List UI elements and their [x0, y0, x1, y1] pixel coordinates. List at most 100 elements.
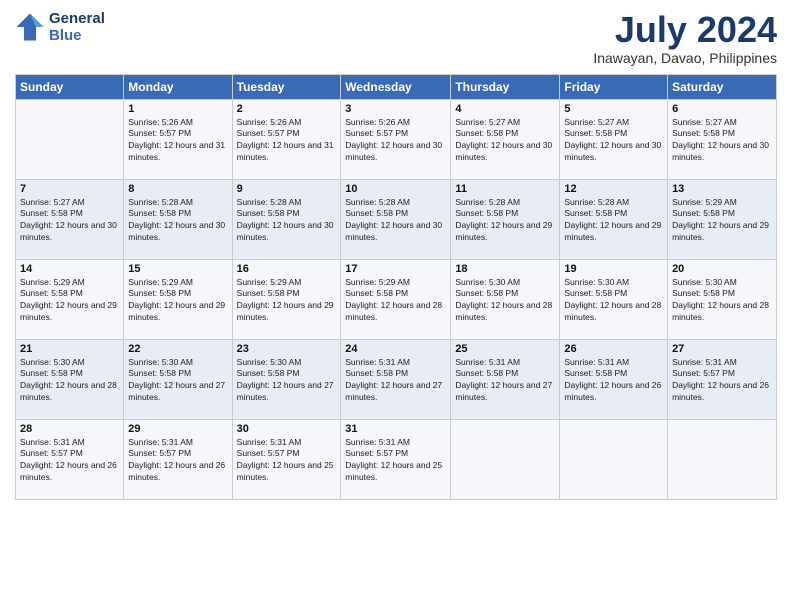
day-number: 14: [20, 263, 119, 275]
day-number: 24: [345, 343, 446, 355]
day-number: 5: [564, 103, 663, 115]
table-row: 14 Sunrise: 5:29 AMSunset: 5:58 PMDaylig…: [16, 259, 124, 339]
day-number: 22: [128, 343, 227, 355]
table-row: 23 Sunrise: 5:30 AMSunset: 5:58 PMDaylig…: [232, 339, 341, 419]
table-row: 25 Sunrise: 5:31 AMSunset: 5:58 PMDaylig…: [451, 339, 560, 419]
table-row: 28 Sunrise: 5:31 AMSunset: 5:57 PMDaylig…: [16, 419, 124, 499]
day-number: 6: [672, 103, 772, 115]
day-info: Sunrise: 5:28 AMSunset: 5:58 PMDaylight:…: [128, 197, 227, 245]
day-number: 25: [455, 343, 555, 355]
header-monday: Monday: [124, 74, 232, 99]
logo-text: General Blue: [49, 10, 105, 44]
day-info: Sunrise: 5:31 AMSunset: 5:57 PMDaylight:…: [237, 437, 337, 485]
table-row: 26 Sunrise: 5:31 AMSunset: 5:58 PMDaylig…: [560, 339, 668, 419]
table-row: 17 Sunrise: 5:29 AMSunset: 5:58 PMDaylig…: [341, 259, 451, 339]
table-row: 22 Sunrise: 5:30 AMSunset: 5:58 PMDaylig…: [124, 339, 232, 419]
table-row: 1 Sunrise: 5:26 AMSunset: 5:57 PMDayligh…: [124, 99, 232, 179]
title-area: July 2024 Inawayan, Davao, Philippines: [593, 10, 777, 66]
day-number: 12: [564, 183, 663, 195]
day-info: Sunrise: 5:29 AMSunset: 5:58 PMDaylight:…: [672, 197, 772, 245]
day-number: 19: [564, 263, 663, 275]
day-number: 4: [455, 103, 555, 115]
day-info: Sunrise: 5:31 AMSunset: 5:57 PMDaylight:…: [672, 357, 772, 405]
table-row: 5 Sunrise: 5:27 AMSunset: 5:58 PMDayligh…: [560, 99, 668, 179]
calendar-week-1: 1 Sunrise: 5:26 AMSunset: 5:57 PMDayligh…: [16, 99, 777, 179]
table-row: 11 Sunrise: 5:28 AMSunset: 5:58 PMDaylig…: [451, 179, 560, 259]
day-number: 9: [237, 183, 337, 195]
page: General Blue July 2024 Inawayan, Davao, …: [0, 0, 792, 612]
header-friday: Friday: [560, 74, 668, 99]
day-number: 21: [20, 343, 119, 355]
day-info: Sunrise: 5:31 AMSunset: 5:57 PMDaylight:…: [20, 437, 119, 485]
header-saturday: Saturday: [668, 74, 777, 99]
day-number: 2: [237, 103, 337, 115]
day-number: 27: [672, 343, 772, 355]
day-info: Sunrise: 5:28 AMSunset: 5:58 PMDaylight:…: [564, 197, 663, 245]
day-number: 3: [345, 103, 446, 115]
calendar-table: Sunday Monday Tuesday Wednesday Thursday…: [15, 74, 777, 500]
day-number: 29: [128, 423, 227, 435]
table-row: 3 Sunrise: 5:26 AMSunset: 5:57 PMDayligh…: [341, 99, 451, 179]
day-info: Sunrise: 5:31 AMSunset: 5:57 PMDaylight:…: [128, 437, 227, 485]
table-row: 2 Sunrise: 5:26 AMSunset: 5:57 PMDayligh…: [232, 99, 341, 179]
day-number: 31: [345, 423, 446, 435]
day-number: 7: [20, 183, 119, 195]
day-info: Sunrise: 5:29 AMSunset: 5:58 PMDaylight:…: [345, 277, 446, 325]
table-row: 21 Sunrise: 5:30 AMSunset: 5:58 PMDaylig…: [16, 339, 124, 419]
day-info: Sunrise: 5:27 AMSunset: 5:58 PMDaylight:…: [20, 197, 119, 245]
table-row: 6 Sunrise: 5:27 AMSunset: 5:58 PMDayligh…: [668, 99, 777, 179]
day-number: 20: [672, 263, 772, 275]
table-row: 27 Sunrise: 5:31 AMSunset: 5:57 PMDaylig…: [668, 339, 777, 419]
day-number: 30: [237, 423, 337, 435]
calendar-week-2: 7 Sunrise: 5:27 AMSunset: 5:58 PMDayligh…: [16, 179, 777, 259]
day-info: Sunrise: 5:30 AMSunset: 5:58 PMDaylight:…: [20, 357, 119, 405]
table-row: 19 Sunrise: 5:30 AMSunset: 5:58 PMDaylig…: [560, 259, 668, 339]
day-info: Sunrise: 5:27 AMSunset: 5:58 PMDaylight:…: [455, 117, 555, 165]
table-row: 29 Sunrise: 5:31 AMSunset: 5:57 PMDaylig…: [124, 419, 232, 499]
day-info: Sunrise: 5:30 AMSunset: 5:58 PMDaylight:…: [672, 277, 772, 325]
calendar-week-4: 21 Sunrise: 5:30 AMSunset: 5:58 PMDaylig…: [16, 339, 777, 419]
table-row: 18 Sunrise: 5:30 AMSunset: 5:58 PMDaylig…: [451, 259, 560, 339]
day-info: Sunrise: 5:29 AMSunset: 5:58 PMDaylight:…: [237, 277, 337, 325]
day-number: 26: [564, 343, 663, 355]
table-row: [560, 419, 668, 499]
header-wednesday: Wednesday: [341, 74, 451, 99]
table-row: [451, 419, 560, 499]
day-number: 15: [128, 263, 227, 275]
table-row: 12 Sunrise: 5:28 AMSunset: 5:58 PMDaylig…: [560, 179, 668, 259]
day-info: Sunrise: 5:30 AMSunset: 5:58 PMDaylight:…: [564, 277, 663, 325]
calendar-week-3: 14 Sunrise: 5:29 AMSunset: 5:58 PMDaylig…: [16, 259, 777, 339]
table-row: [16, 99, 124, 179]
location: Inawayan, Davao, Philippines: [593, 50, 777, 66]
day-info: Sunrise: 5:31 AMSunset: 5:57 PMDaylight:…: [345, 437, 446, 485]
logo: General Blue: [15, 10, 105, 44]
day-info: Sunrise: 5:31 AMSunset: 5:58 PMDaylight:…: [345, 357, 446, 405]
table-row: 31 Sunrise: 5:31 AMSunset: 5:57 PMDaylig…: [341, 419, 451, 499]
day-info: Sunrise: 5:31 AMSunset: 5:58 PMDaylight:…: [455, 357, 555, 405]
table-row: 20 Sunrise: 5:30 AMSunset: 5:58 PMDaylig…: [668, 259, 777, 339]
day-number: 10: [345, 183, 446, 195]
table-row: 24 Sunrise: 5:31 AMSunset: 5:58 PMDaylig…: [341, 339, 451, 419]
day-info: Sunrise: 5:28 AMSunset: 5:58 PMDaylight:…: [345, 197, 446, 245]
day-info: Sunrise: 5:27 AMSunset: 5:58 PMDaylight:…: [672, 117, 772, 165]
day-info: Sunrise: 5:29 AMSunset: 5:58 PMDaylight:…: [20, 277, 119, 325]
day-info: Sunrise: 5:26 AMSunset: 5:57 PMDaylight:…: [345, 117, 446, 165]
day-number: 28: [20, 423, 119, 435]
table-row: 7 Sunrise: 5:27 AMSunset: 5:58 PMDayligh…: [16, 179, 124, 259]
day-info: Sunrise: 5:28 AMSunset: 5:58 PMDaylight:…: [237, 197, 337, 245]
calendar-week-5: 28 Sunrise: 5:31 AMSunset: 5:57 PMDaylig…: [16, 419, 777, 499]
day-number: 8: [128, 183, 227, 195]
day-info: Sunrise: 5:30 AMSunset: 5:58 PMDaylight:…: [128, 357, 227, 405]
calendar-header-row: Sunday Monday Tuesday Wednesday Thursday…: [16, 74, 777, 99]
month-title: July 2024: [593, 10, 777, 50]
day-number: 23: [237, 343, 337, 355]
table-row: 30 Sunrise: 5:31 AMSunset: 5:57 PMDaylig…: [232, 419, 341, 499]
header-sunday: Sunday: [16, 74, 124, 99]
day-number: 18: [455, 263, 555, 275]
header-tuesday: Tuesday: [232, 74, 341, 99]
table-row: 9 Sunrise: 5:28 AMSunset: 5:58 PMDayligh…: [232, 179, 341, 259]
header-thursday: Thursday: [451, 74, 560, 99]
table-row: 13 Sunrise: 5:29 AMSunset: 5:58 PMDaylig…: [668, 179, 777, 259]
table-row: 8 Sunrise: 5:28 AMSunset: 5:58 PMDayligh…: [124, 179, 232, 259]
day-info: Sunrise: 5:28 AMSunset: 5:58 PMDaylight:…: [455, 197, 555, 245]
